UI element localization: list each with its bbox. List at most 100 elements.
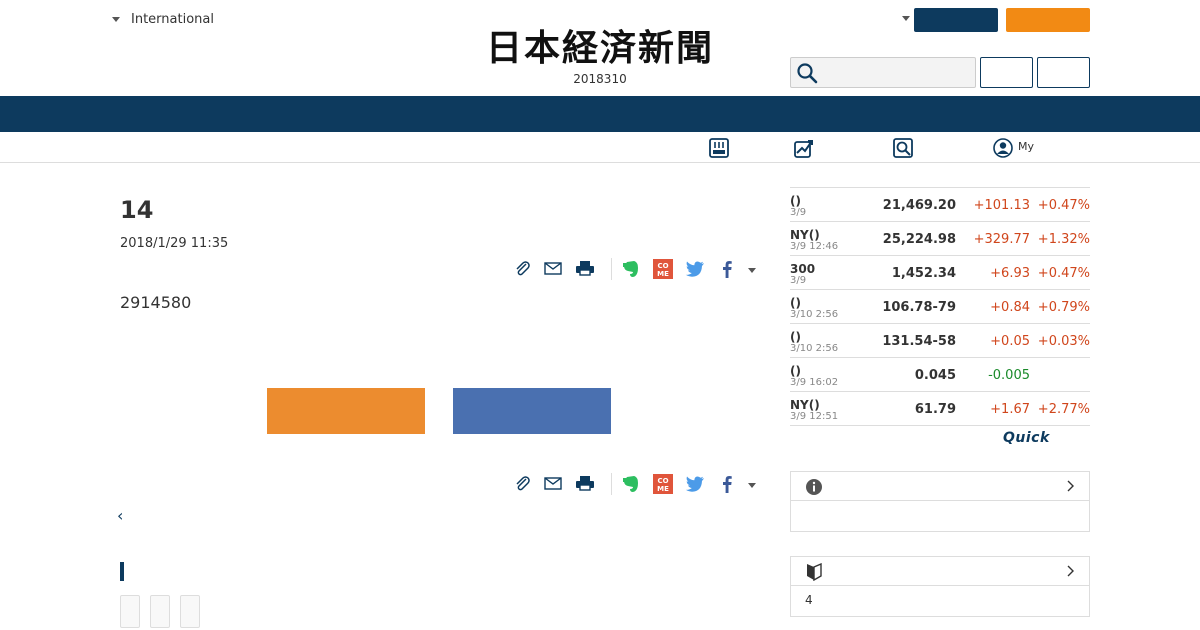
info-panel-header[interactable] [791, 472, 1089, 501]
edition-selector[interactable]: International [112, 12, 214, 27]
comment-icon[interactable]: CO ME [652, 473, 674, 495]
market-value: 61.79 [914, 402, 956, 417]
market-time: 3/10 2:56 [790, 309, 839, 320]
svg-text:ME: ME [657, 485, 669, 493]
info-panel [790, 471, 1090, 532]
market-percent: +2.77% [1037, 402, 1090, 417]
share-more-caret-icon[interactable] [748, 268, 756, 273]
twitter-icon[interactable] [684, 473, 706, 495]
quick-provider-logo[interactable]: Quick [1003, 430, 1050, 446]
caret-down-icon[interactable] [902, 16, 910, 21]
market-change: +0.84 [990, 300, 1030, 315]
market-row[interactable]: () 3/9 21,469.20 +101.13 +0.47% [790, 188, 1090, 222]
clip-icon[interactable] [512, 473, 534, 495]
my-nikkei-label[interactable]: My [1018, 140, 1034, 153]
tag-chip[interactable] [120, 595, 140, 628]
subscribe-button[interactable] [1006, 8, 1090, 32]
market-percent: +0.47% [1037, 198, 1090, 213]
chart-trend-icon[interactable] [793, 137, 815, 159]
market-row[interactable]: NY() 3/9 12:46 25,224.98 +329.77 +1.32% [790, 222, 1090, 256]
share-toolbar-bottom: CO ME [512, 473, 762, 497]
market-change: +0.05 [990, 334, 1030, 349]
market-row[interactable]: () 3/10 2:56 106.78-79 +0.84 +0.79% [790, 290, 1090, 324]
mail-icon[interactable] [542, 258, 564, 280]
article-title: 14 [120, 196, 154, 224]
cta-orange-button[interactable] [267, 388, 425, 434]
market-name: NY() [790, 398, 820, 412]
market-percent: +1.32% [1037, 232, 1090, 247]
site-logo[interactable]: 日本経済新聞 [452, 28, 748, 68]
beginner-panel: 4 [790, 556, 1090, 617]
beginner-panel-header[interactable] [791, 557, 1089, 586]
facebook-icon[interactable] [716, 473, 738, 495]
market-change: +1.67 [990, 402, 1030, 417]
tag-chip[interactable] [180, 595, 200, 628]
market-time: 3/9 [790, 207, 807, 218]
back-link[interactable]: ‹ [117, 506, 123, 525]
print-icon[interactable] [574, 258, 596, 280]
newspaper-icon[interactable] [708, 137, 730, 159]
sub-navigation: My [0, 132, 1200, 163]
svg-text:CO: CO [657, 477, 668, 485]
search-icon[interactable] [892, 137, 914, 159]
market-row[interactable]: () 3/10 2:56 131.54-58 +0.05 +0.03% [790, 324, 1090, 358]
print-icon[interactable] [574, 473, 596, 495]
market-percent: +0.03% [1037, 334, 1090, 349]
evernote-icon[interactable] [620, 473, 642, 495]
market-name: NY() [790, 228, 820, 242]
facebook-icon[interactable] [716, 258, 738, 280]
market-time: 3/10 2:56 [790, 343, 839, 354]
twitter-icon[interactable] [684, 258, 706, 280]
market-value: 131.54-58 [882, 334, 956, 349]
evernote-icon[interactable] [620, 258, 642, 280]
market-name: () [790, 194, 801, 208]
mail-icon[interactable] [542, 473, 564, 495]
beginner-panel-body: 4 [805, 593, 813, 607]
user-profile-icon[interactable] [992, 137, 1014, 159]
caret-down-icon [112, 17, 120, 22]
issue-date: 2018310 [573, 72, 627, 86]
tag-chip[interactable] [150, 595, 170, 628]
header-outline-button-2[interactable] [1037, 57, 1090, 88]
edition-label: International [131, 12, 214, 27]
market-change: +329.77 [973, 232, 1030, 247]
cta-blue-button[interactable] [453, 388, 611, 434]
market-value: 21,469.20 [882, 198, 956, 213]
market-time: 3/9 [790, 275, 807, 286]
article-date: 2018/1/29 11:35 [120, 236, 229, 251]
divider [611, 473, 612, 495]
market-row[interactable]: NY() 3/9 12:51 61.79 +1.67 +2.77% [790, 392, 1090, 426]
login-button[interactable] [914, 8, 998, 32]
market-value: 106.78-79 [882, 300, 956, 315]
market-name: 300 [790, 262, 816, 276]
market-change: -0.005 [988, 368, 1030, 383]
market-value: 0.045 [914, 368, 956, 383]
clip-icon[interactable] [512, 258, 534, 280]
market-change: +101.13 [973, 198, 1030, 213]
comment-icon[interactable]: CO ME [652, 258, 674, 280]
header-outline-button-1[interactable] [980, 57, 1033, 88]
svg-text:ME: ME [657, 270, 669, 278]
market-percent: +0.47% [1037, 266, 1090, 281]
market-name: () [790, 330, 801, 344]
section-heading-marker [120, 562, 124, 581]
market-time: 3/9 12:51 [790, 411, 839, 422]
market-percent: +0.79% [1037, 300, 1090, 315]
chevron-right-icon [1067, 565, 1074, 577]
market-row[interactable]: 300 3/9 1,452.34 +6.93 +0.47% [790, 256, 1090, 290]
share-toolbar: CO ME [512, 258, 762, 282]
market-row[interactable]: () 3/9 16:02 0.045 -0.005 [790, 358, 1090, 392]
search-icon[interactable] [796, 62, 818, 84]
market-change: +6.93 [990, 266, 1030, 281]
market-name: () [790, 364, 801, 378]
market-time: 3/9 12:46 [790, 241, 839, 252]
article-body: 2914580 [120, 293, 192, 312]
market-name: () [790, 296, 801, 310]
market-data-table: () 3/9 21,469.20 +101.13 +0.47% NY() 3/9 12:46… [790, 187, 1090, 426]
share-more-caret-icon[interactable] [748, 483, 756, 488]
divider [611, 258, 612, 280]
market-value: 1,452.34 [891, 266, 956, 281]
info-icon [806, 479, 822, 495]
market-value: 25,224.98 [882, 232, 956, 247]
svg-text:CO: CO [657, 262, 668, 270]
